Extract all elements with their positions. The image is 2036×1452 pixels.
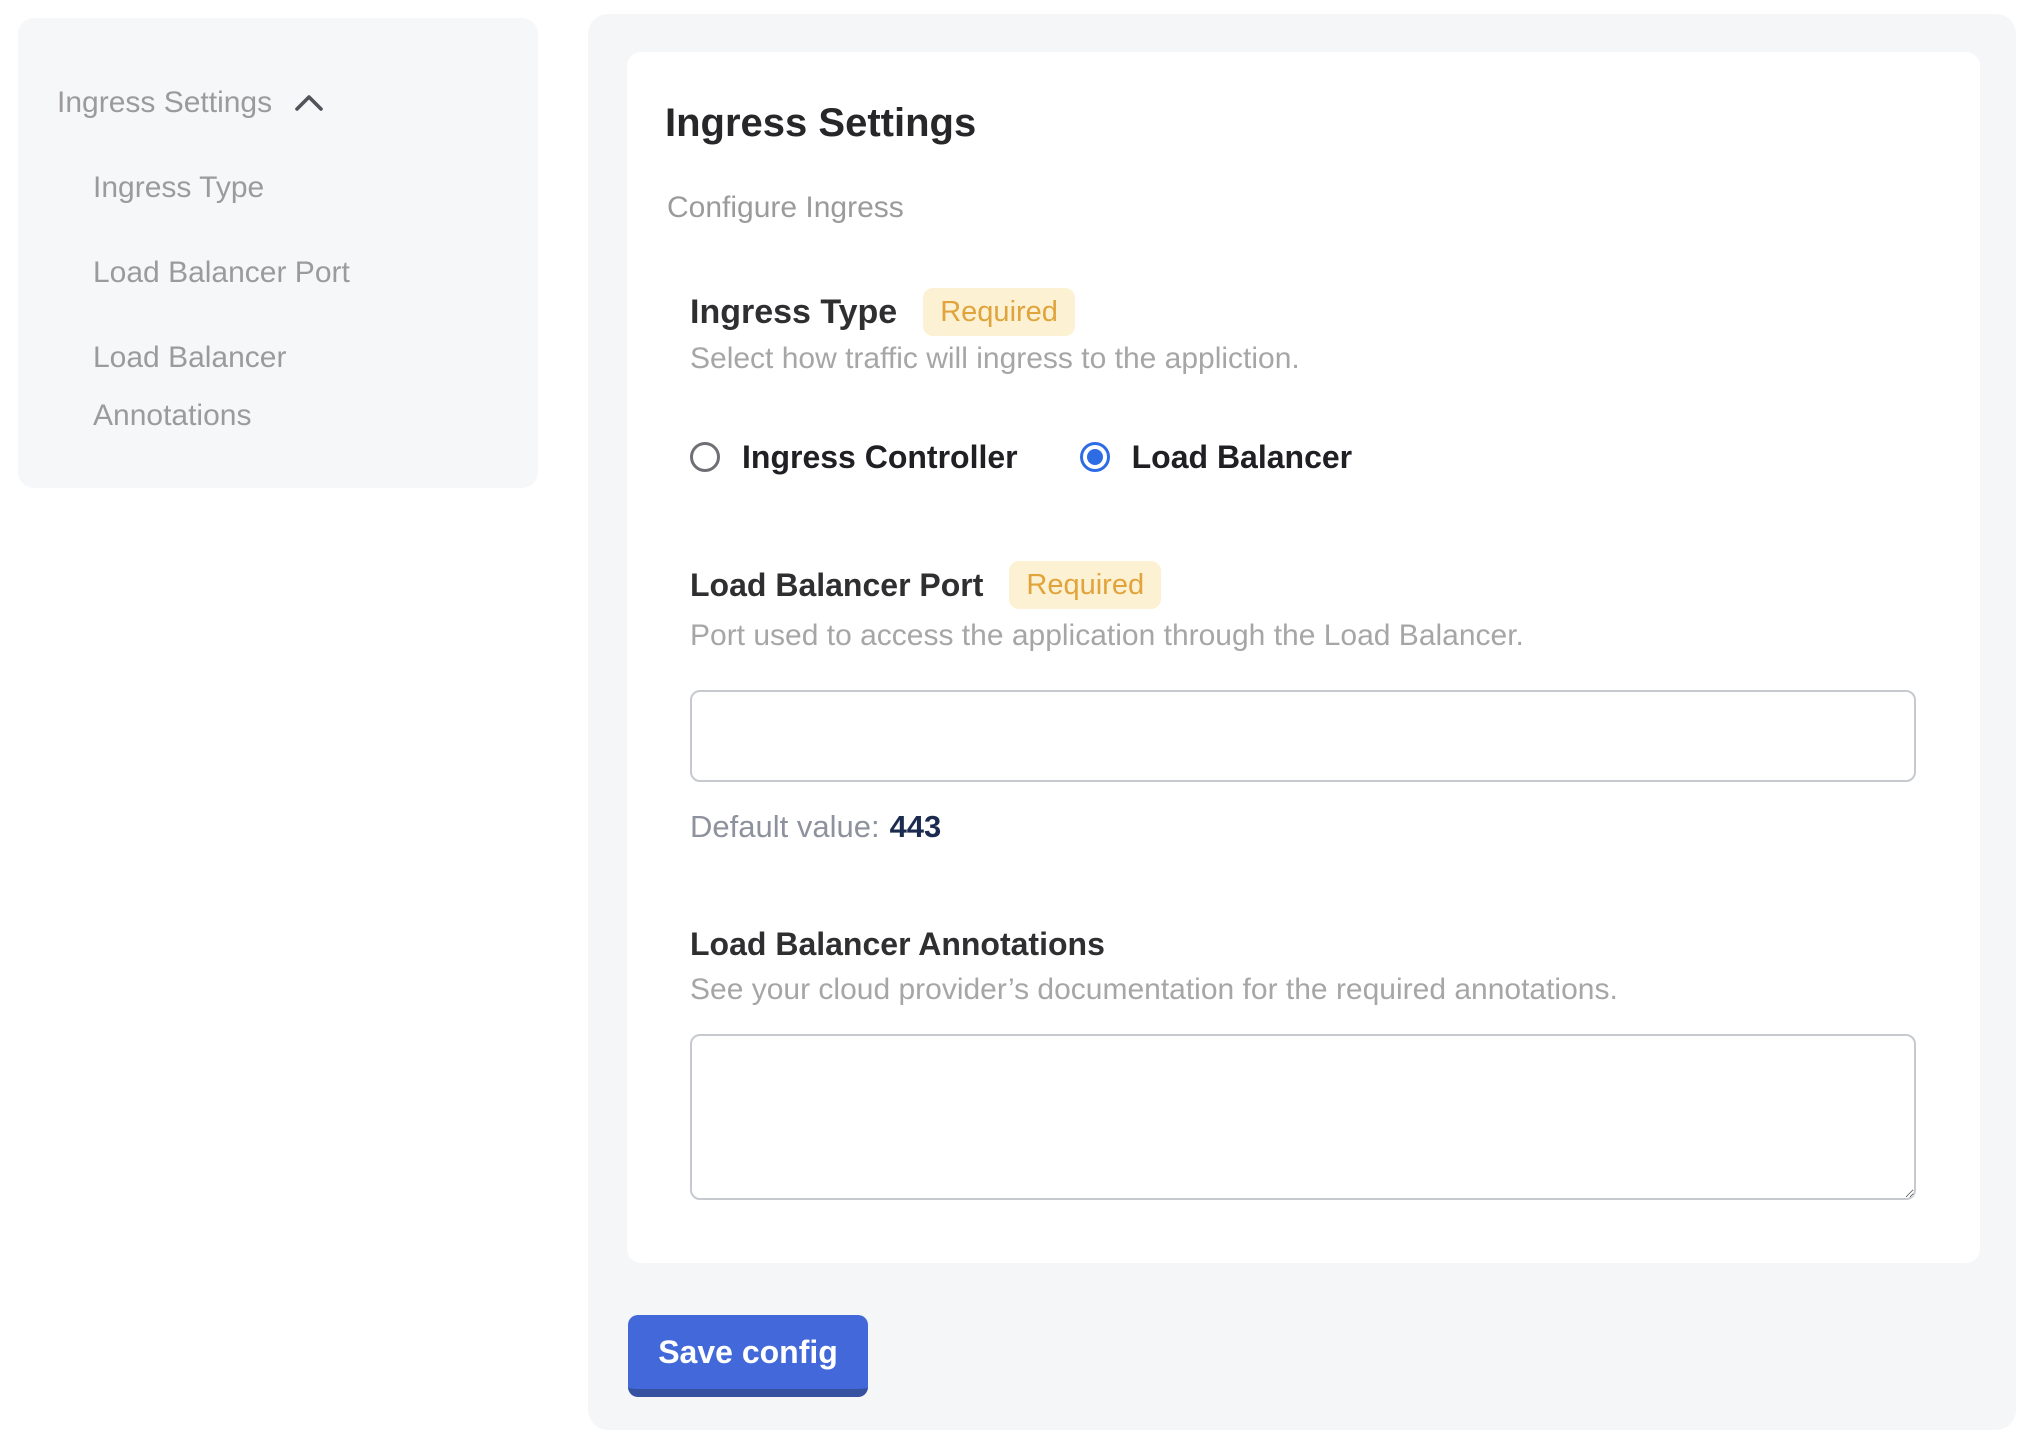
ingress-type-label-row: Ingress Type Required [690, 288, 1075, 336]
sidebar-item-load-balancer-annotations[interactable]: Load Balancer Annotations [93, 329, 443, 445]
settings-nav-sidebar: Ingress Settings Ingress Type Load Balan… [18, 18, 538, 488]
sidebar-item-load-balancer-port[interactable]: Load Balancer Port [93, 254, 350, 292]
required-badge: Required [923, 288, 1075, 336]
chevron-up-icon [294, 93, 324, 113]
default-value-number: 443 [890, 809, 942, 844]
lb-annotations-description: See your cloud provider’s documentation … [690, 971, 1618, 1009]
radio-ingress-controller[interactable] [690, 442, 720, 472]
lb-annotations-label: Load Balancer Annotations [690, 924, 1105, 964]
ingress-type-description: Select how traffic will ingress to the a… [690, 340, 1300, 378]
radio-load-balancer[interactable] [1080, 442, 1110, 472]
sidebar-section-ingress-settings[interactable]: Ingress Settings [57, 84, 324, 122]
save-config-button[interactable]: Save config [628, 1315, 868, 1397]
ingress-type-radio-group: Ingress Controller Load Balancer [690, 437, 1352, 477]
lb-port-input[interactable] [690, 690, 1916, 782]
lb-port-label: Load Balancer Port [690, 565, 983, 605]
ingress-settings-panel: Ingress Settings Configure Ingress Ingre… [588, 14, 2016, 1430]
lb-annotations-textarea[interactable] [690, 1034, 1916, 1200]
sidebar-item-ingress-type[interactable]: Ingress Type [93, 169, 264, 207]
ingress-type-label: Ingress Type [690, 291, 897, 333]
default-value-label: Default value: [690, 809, 880, 844]
radio-group-load-balancer: Load Balancer [1080, 439, 1353, 476]
lb-port-default-value-line: Default value: 443 [690, 807, 941, 847]
sidebar-section-label: Ingress Settings [57, 84, 272, 122]
required-badge: Required [1009, 561, 1161, 609]
page-subtitle: Configure Ingress [667, 189, 904, 227]
radio-label-ingress-controller[interactable]: Ingress Controller [742, 439, 1018, 476]
page-title: Ingress Settings [665, 99, 976, 147]
lb-port-description: Port used to access the application thro… [690, 617, 1524, 655]
ingress-settings-card: Ingress Settings Configure Ingress Ingre… [627, 52, 1980, 1263]
lb-port-label-row: Load Balancer Port Required [690, 561, 1161, 609]
radio-label-load-balancer[interactable]: Load Balancer [1132, 439, 1353, 476]
